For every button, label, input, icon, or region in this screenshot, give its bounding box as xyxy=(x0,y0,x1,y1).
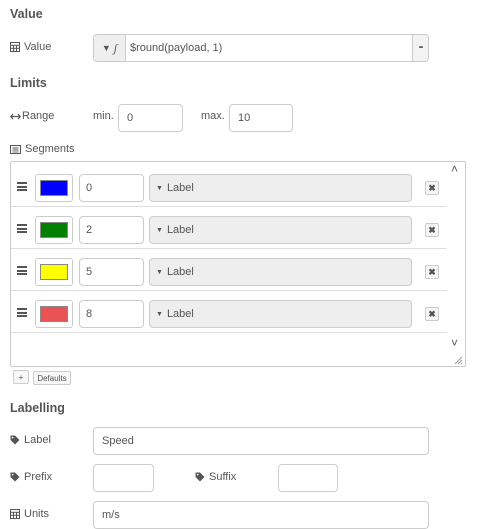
scroll-down-icon[interactable]: ˅ xyxy=(451,336,458,350)
label-row-label: Label xyxy=(10,434,51,446)
jsonata-icon: ʃ xyxy=(113,40,118,55)
segment-row: 5 ▼ Label ✖ xyxy=(11,249,447,291)
suffix-input[interactable] xyxy=(278,464,338,492)
color-swatch xyxy=(40,222,68,238)
table-icon xyxy=(10,42,20,52)
list-alt-icon xyxy=(10,144,21,154)
label-input[interactable]: Speed xyxy=(93,427,429,455)
caret-down-icon: ▼ xyxy=(101,43,111,53)
color-picker[interactable] xyxy=(35,300,73,328)
drag-handle-icon[interactable] xyxy=(17,308,27,317)
max-input[interactable]: 10 xyxy=(229,104,293,132)
color-swatch xyxy=(40,264,68,280)
color-picker[interactable] xyxy=(35,258,73,286)
caret-down-icon: ▼ xyxy=(156,226,163,234)
segment-label-text: Label xyxy=(166,266,194,278)
drag-handle-icon[interactable] xyxy=(17,266,27,275)
tag-icon xyxy=(10,435,20,445)
segment-row: 8 ▼ Label ✖ xyxy=(11,291,447,333)
segment-from-input[interactable]: 0 xyxy=(79,174,144,202)
color-swatch xyxy=(40,180,68,196)
type-select-button[interactable]: ▼ ʃ xyxy=(94,35,126,61)
drag-handle-icon[interactable] xyxy=(17,182,27,191)
range-label: Range xyxy=(22,110,55,122)
value-section-title: Value xyxy=(10,7,43,21)
color-picker[interactable] xyxy=(35,174,73,202)
suffix-row-label: Suffix xyxy=(195,471,236,483)
segment-label-text: Label xyxy=(166,182,194,194)
color-picker[interactable] xyxy=(35,216,73,244)
range-row-label: Range xyxy=(10,110,54,122)
remove-segment-button[interactable]: ✖ xyxy=(425,223,439,237)
defaults-button[interactable]: Defaults xyxy=(33,371,71,385)
expression-field[interactable]: $round(payload, 1) xyxy=(126,35,412,61)
remove-segment-button[interactable]: ✖ xyxy=(425,265,439,279)
table-icon xyxy=(10,509,20,519)
segment-label-select[interactable]: ▼ Label xyxy=(149,300,412,328)
segment-row: 0 ▼ Label ✖ xyxy=(11,165,447,207)
label-label: Label xyxy=(24,434,51,446)
remove-segment-button[interactable]: ✖ xyxy=(425,181,439,195)
drag-handle-icon[interactable] xyxy=(17,224,27,233)
min-input[interactable]: 0 xyxy=(118,104,183,132)
units-label: Units xyxy=(24,508,50,520)
color-swatch xyxy=(40,306,68,322)
segment-label-text: Label xyxy=(166,224,194,236)
add-segment-button[interactable]: + xyxy=(13,370,29,384)
prefix-label: Prefix xyxy=(24,471,53,483)
segments-scrollbar[interactable]: ˄ ˅ xyxy=(447,162,465,366)
segment-row: 2 ▼ Label ✖ xyxy=(11,207,447,249)
prefix-row-label: Prefix xyxy=(10,471,52,483)
min-label: min. xyxy=(93,110,114,122)
resize-grip-icon[interactable] xyxy=(453,355,463,365)
scroll-up-icon[interactable]: ˄ xyxy=(451,162,458,176)
labelling-section-title: Labelling xyxy=(10,401,65,415)
value-typed-input[interactable]: ▼ ʃ $round(payload, 1) ••• xyxy=(93,34,429,62)
caret-down-icon: ▼ xyxy=(156,184,163,192)
segment-label-select[interactable]: ▼ Label xyxy=(149,174,412,202)
remove-segment-button[interactable]: ✖ xyxy=(425,307,439,321)
segments-label: Segments xyxy=(25,143,75,155)
limits-section-title: Limits xyxy=(10,76,47,90)
caret-down-icon: ▼ xyxy=(156,268,163,276)
units-row-label: Units xyxy=(10,508,49,520)
segment-label-select[interactable]: ▼ Label xyxy=(149,258,412,286)
segments-row-label: Segments xyxy=(10,143,75,155)
units-input[interactable]: m/s xyxy=(93,501,429,529)
segments-list[interactable]: 0 ▼ Label ✖ 2 ▼ Label ✖ 5 ▼ Label ✖ 8 ▼ Labe… xyxy=(10,161,466,367)
caret-down-icon: ▼ xyxy=(156,310,163,318)
prefix-input[interactable] xyxy=(93,464,154,492)
segment-from-input[interactable]: 8 xyxy=(79,300,144,328)
segment-label-select[interactable]: ▼ Label xyxy=(149,216,412,244)
arrows-h-icon xyxy=(10,113,21,119)
max-label: max. xyxy=(201,110,225,122)
segment-label-text: Label xyxy=(166,308,194,320)
segment-from-input[interactable]: 5 xyxy=(79,258,144,286)
value-label: Value xyxy=(24,41,52,53)
expand-editor-button[interactable]: ••• xyxy=(412,35,428,61)
value-row-label: Value xyxy=(10,41,51,53)
tag-icon xyxy=(195,472,205,482)
segment-from-input[interactable]: 2 xyxy=(79,216,144,244)
suffix-label: Suffix xyxy=(209,471,237,483)
tag-icon xyxy=(10,472,20,482)
